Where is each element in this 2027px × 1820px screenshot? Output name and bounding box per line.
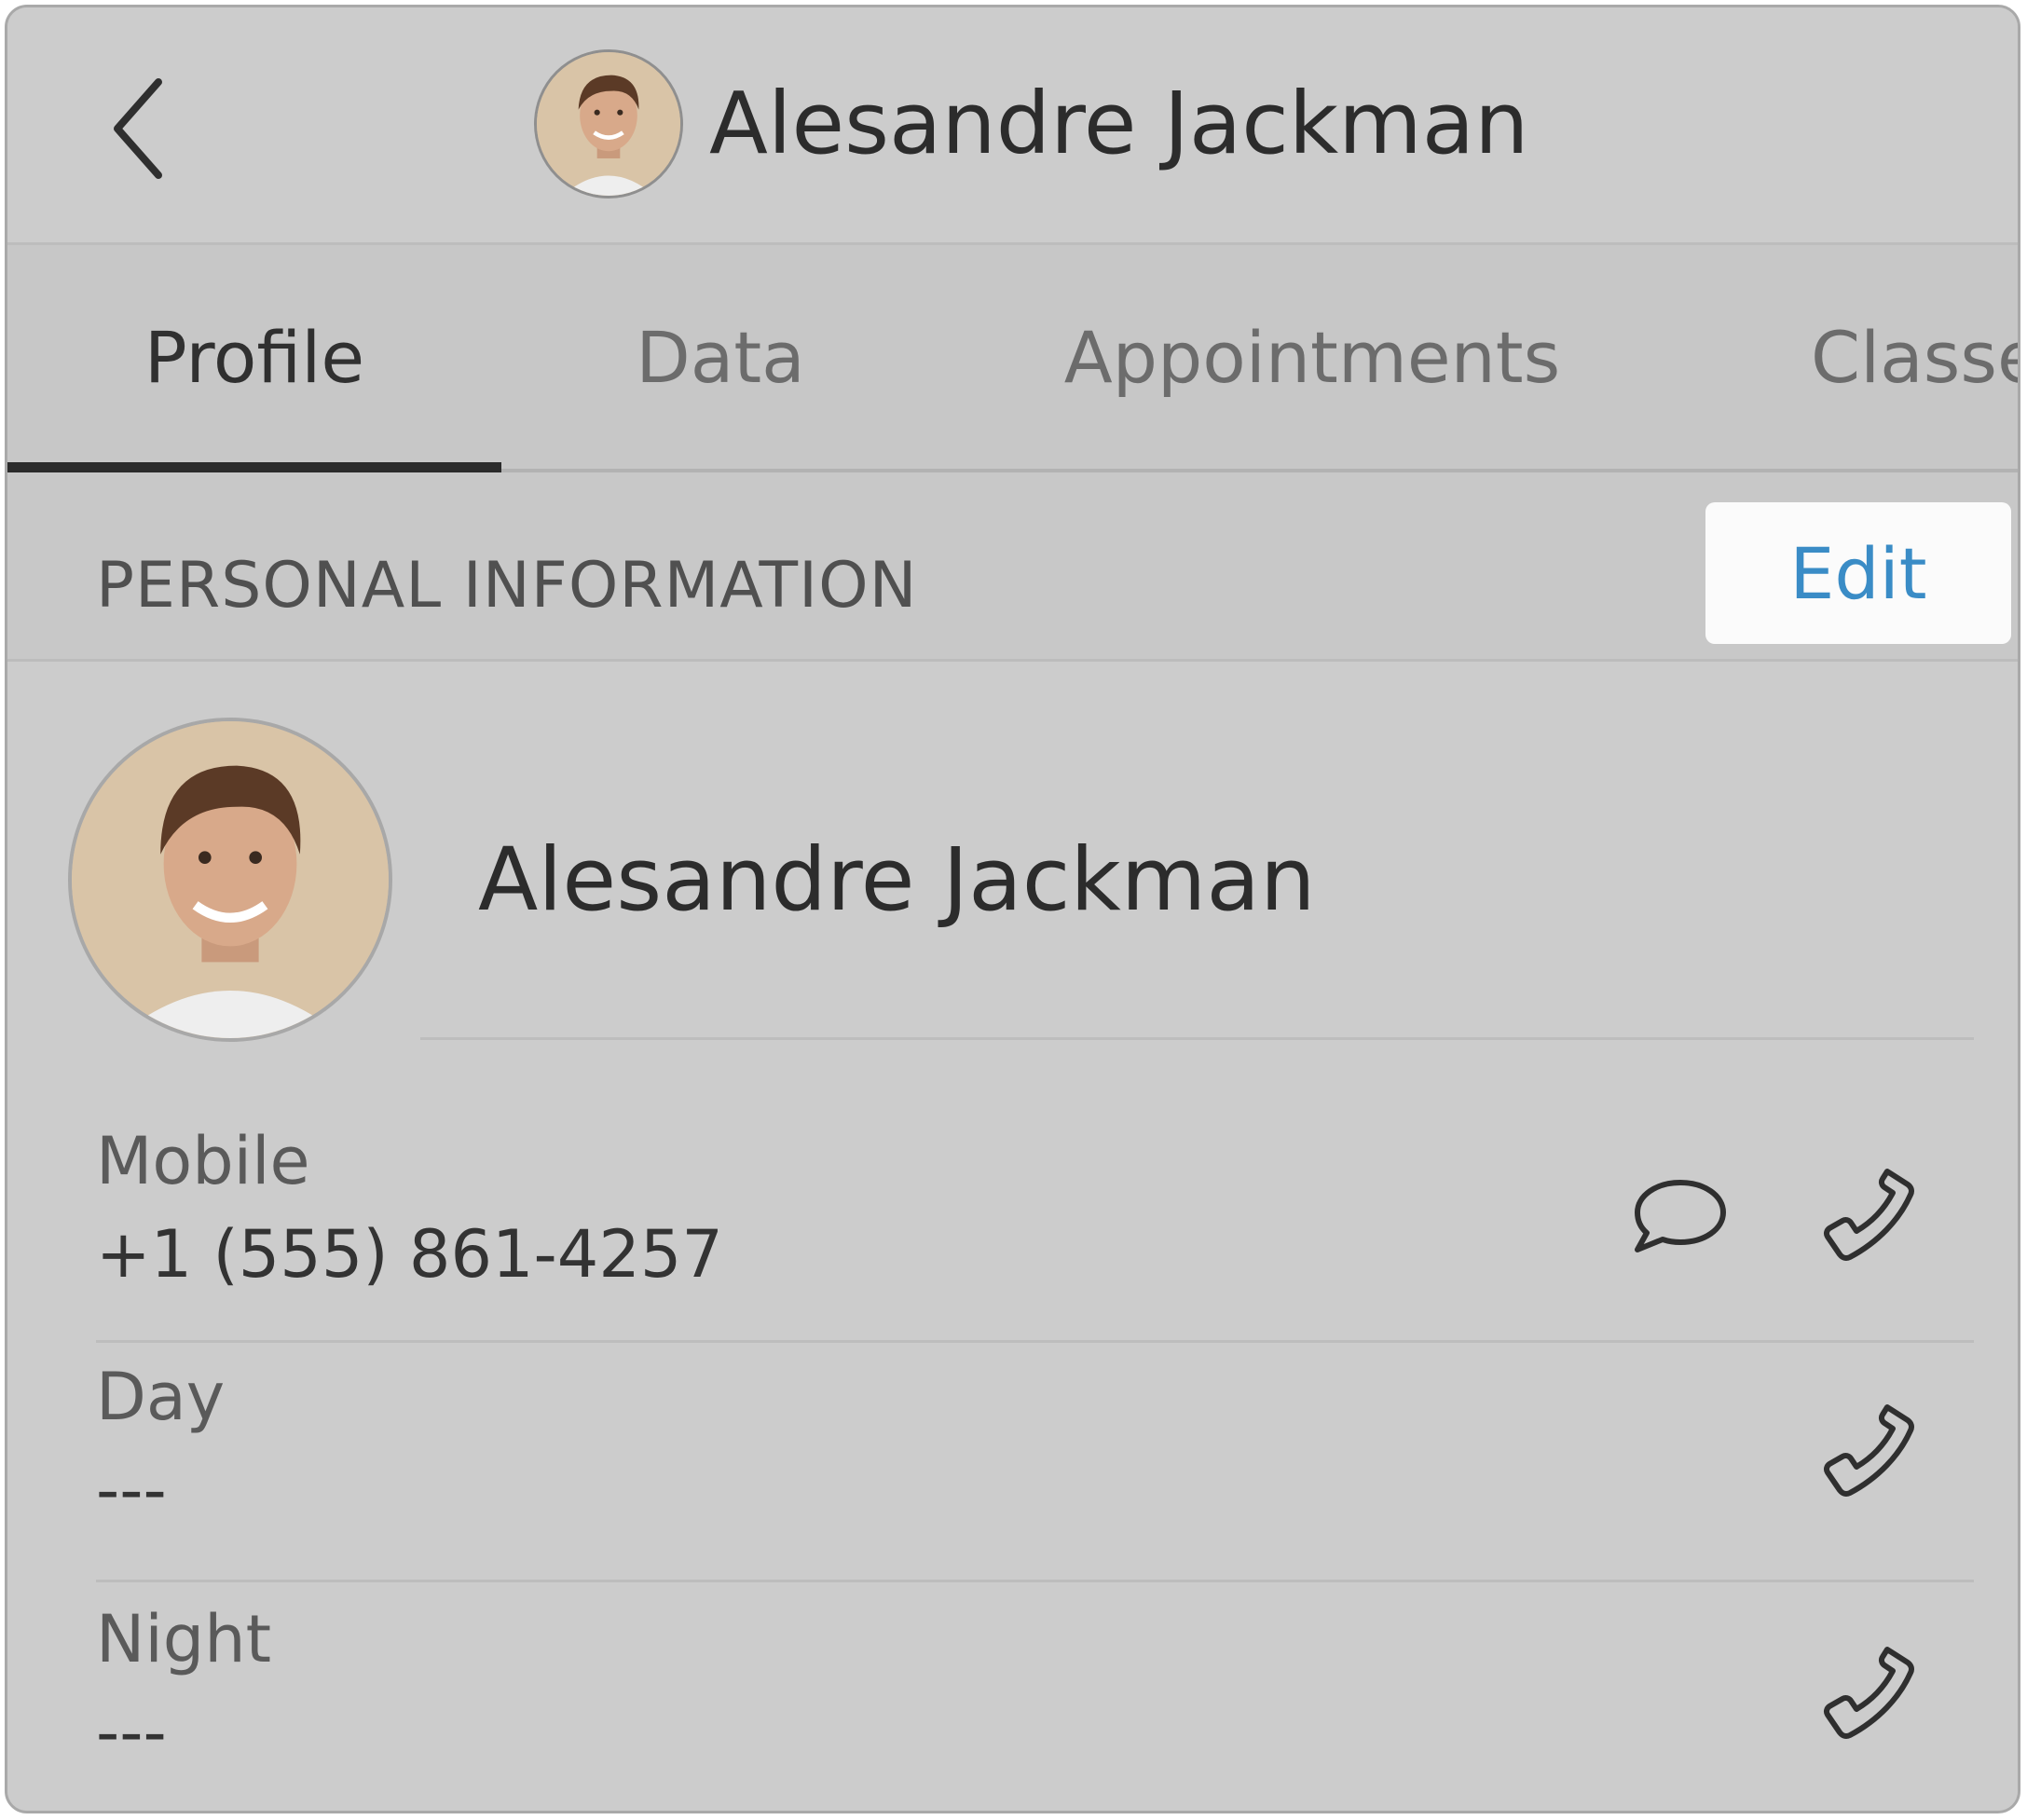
phone-label: Night — [96, 1601, 272, 1677]
header-title-group: Alesandre Jackman — [534, 47, 1528, 200]
phone-label: Day — [96, 1359, 226, 1435]
edit-button[interactable]: Edit — [1705, 502, 2011, 644]
phone-icon — [1823, 1647, 1914, 1739]
chat-bubble-icon — [1635, 1180, 1726, 1252]
phone-value: --- — [96, 1694, 167, 1771]
tab-classes[interactable]: Classe — [1811, 245, 2020, 469]
phone-value: +1 (555) 861-4257 — [96, 1216, 723, 1293]
divider — [420, 1037, 1974, 1040]
phone-value: --- — [96, 1452, 167, 1528]
profile-body: Alesandre Jackman Mobile +1 (555) 861-42… — [7, 662, 2018, 1811]
phone-row-night: Night --- — [96, 1601, 1974, 1806]
phone-icon — [1823, 1169, 1914, 1261]
phone-icon — [1823, 1404, 1914, 1497]
tab-appointments[interactable]: Appointments — [1033, 245, 1592, 469]
tab-appointments-label: Appointments — [1063, 315, 1561, 399]
app-window: Alesandre Jackman Profile Data Appointme… — [5, 5, 2020, 1813]
avatar — [534, 48, 683, 198]
call-button[interactable] — [1811, 1396, 1923, 1508]
call-button[interactable] — [1811, 1638, 1923, 1750]
phone-row-day: Day --- — [96, 1359, 1974, 1582]
phone-label: Mobile — [96, 1123, 310, 1199]
section-header: PERSONAL INFORMATION Edit — [7, 472, 2018, 662]
message-button[interactable] — [1624, 1160, 1736, 1272]
header-title: Alesandre Jackman — [709, 73, 1529, 173]
call-button[interactable] — [1811, 1160, 1923, 1272]
tab-profile[interactable]: Profile — [7, 245, 501, 469]
phone-row-mobile: Mobile +1 (555) 861-4257 — [96, 1123, 1974, 1343]
chevron-left-icon — [114, 78, 162, 179]
divider — [96, 1580, 1974, 1582]
tab-bar: Profile Data Appointments Classe — [7, 245, 2018, 472]
top-bar: Alesandre Jackman — [7, 7, 2018, 245]
tab-profile-label: Profile — [144, 315, 365, 399]
active-tab-indicator — [7, 462, 501, 472]
tab-data[interactable]: Data — [585, 245, 856, 469]
profile-name: Alesandre Jackman — [478, 829, 1316, 931]
section-title: PERSONAL INFORMATION — [96, 549, 918, 623]
tab-classes-label: Classe — [1811, 315, 2020, 399]
profile-avatar — [68, 718, 392, 1042]
tab-data-label: Data — [636, 315, 805, 399]
back-button[interactable] — [101, 73, 175, 185]
divider — [96, 1340, 1974, 1343]
